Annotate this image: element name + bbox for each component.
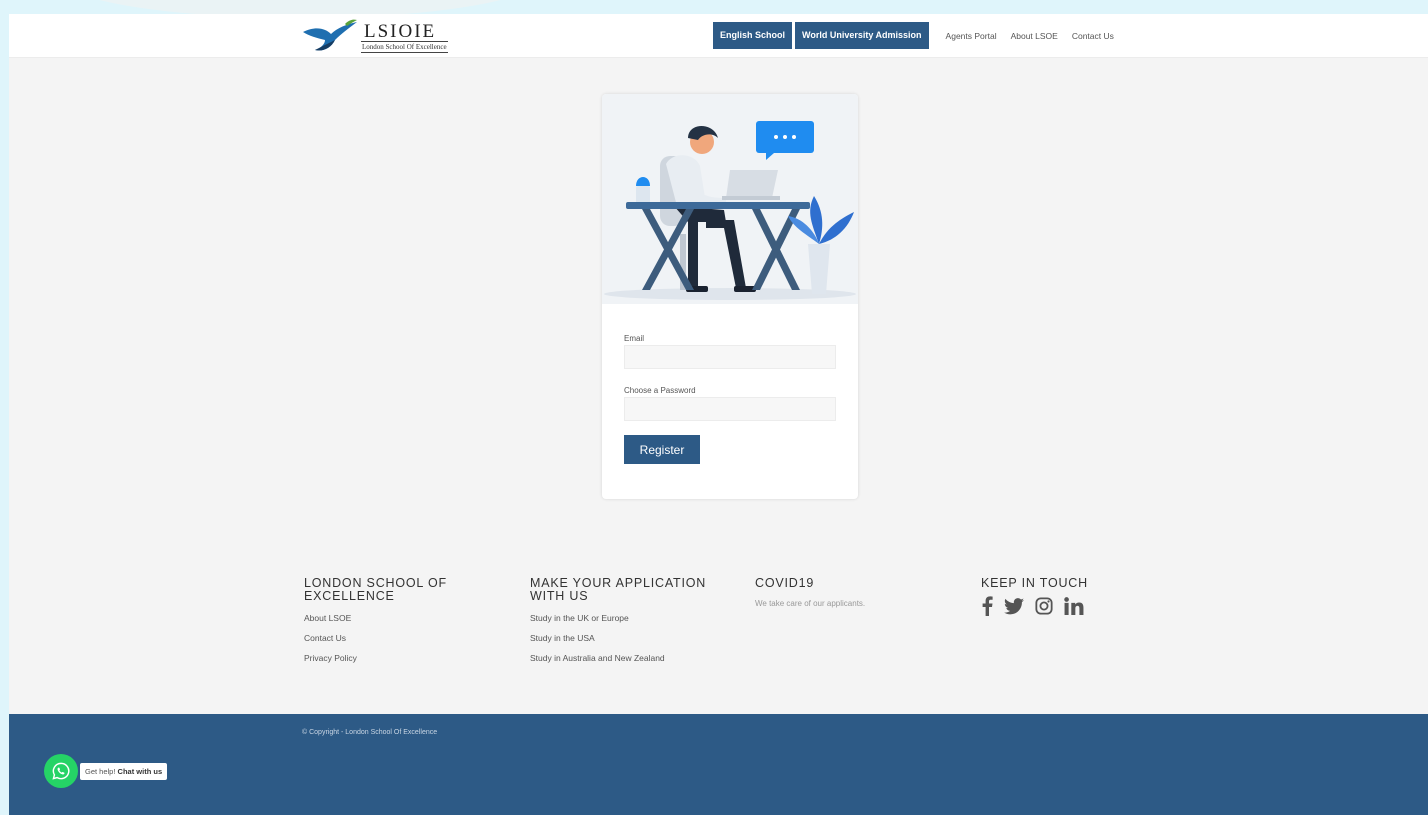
footer-link-study-uk[interactable]: Study in the UK or Europe: [530, 613, 720, 623]
footer-col-social: Keep in touch: [981, 577, 1151, 616]
footer-col-covid: COVID19 We take care of our applicants.: [755, 576, 925, 609]
page-frame: LSIOIE London School Of Excellence Engli…: [9, 14, 1428, 815]
footer-link-contact[interactable]: Contact Us: [304, 633, 474, 643]
register-card: Email Choose a Password Register: [602, 94, 858, 499]
twitter-icon[interactable]: [1004, 597, 1024, 615]
main-nav: English School World University Admissio…: [713, 22, 1114, 49]
email-input[interactable]: [624, 345, 836, 369]
footer-link-about[interactable]: About LSOE: [304, 613, 474, 623]
footer-bottom-bar: © Copyright - London School Of Excellenc…: [9, 714, 1428, 815]
footer-link-study-australia[interactable]: Study in Australia and New Zealand: [530, 653, 720, 663]
footer-heading-application: Make your application with us: [530, 576, 707, 603]
chat-label-text: Chat with us: [117, 766, 163, 776]
password-label: Choose a Password: [624, 386, 696, 395]
social-links: [981, 596, 1151, 616]
work-desk-illustration: [602, 94, 858, 304]
nav-agents-portal-link[interactable]: Agents Portal: [946, 31, 997, 41]
footer-heading-covid: COVID19: [755, 576, 815, 590]
nav-about-link[interactable]: About LSOE: [1011, 31, 1058, 41]
nav-english-school-button[interactable]: English School: [713, 22, 793, 49]
chat-with-us-label[interactable]: Get help! Chat with us: [80, 762, 168, 780]
footer-covid-text: We take care of our applicants.: [755, 599, 866, 608]
footer-col-application: Make your application with us Study in t…: [530, 576, 720, 664]
footer-heading-lsoe: London School of Excellence: [304, 576, 447, 603]
nav-contact-link[interactable]: Contact Us: [1072, 31, 1114, 41]
password-input[interactable]: [624, 397, 836, 421]
register-button[interactable]: Register: [624, 435, 700, 464]
person-at-desk-illustration: [604, 121, 856, 300]
chat-prefix-text: Get help!: [85, 766, 116, 776]
facebook-icon[interactable]: [981, 596, 993, 616]
whatsapp-chat-widget[interactable]: Get help! Chat with us: [44, 754, 168, 788]
nav-world-university-admission-button[interactable]: World University Admission: [795, 22, 929, 49]
logo-title: LSIOIE: [364, 21, 437, 42]
site-header: LSIOIE London School Of Excellence Engli…: [9, 14, 1428, 58]
instagram-icon[interactable]: [1035, 597, 1053, 615]
copyright-text: © Copyright - London School Of Excellenc…: [302, 729, 438, 736]
linkedin-icon[interactable]: [1064, 597, 1084, 615]
whatsapp-icon: [52, 762, 70, 780]
logo-subtitle: London School Of Excellence: [361, 41, 448, 53]
email-label: Email: [624, 334, 645, 343]
footer-link-privacy[interactable]: Privacy Policy: [304, 653, 474, 663]
bird-logo-icon: [303, 19, 357, 51]
whatsapp-button[interactable]: [44, 754, 78, 788]
footer-link-study-usa[interactable]: Study in the USA: [530, 633, 720, 643]
site-logo[interactable]: LSIOIE London School Of Excellence: [301, 18, 476, 56]
footer-col-lsoe: London School of Excellence About LSOE C…: [304, 576, 474, 664]
footer-heading-social: Keep in touch: [981, 576, 1088, 590]
